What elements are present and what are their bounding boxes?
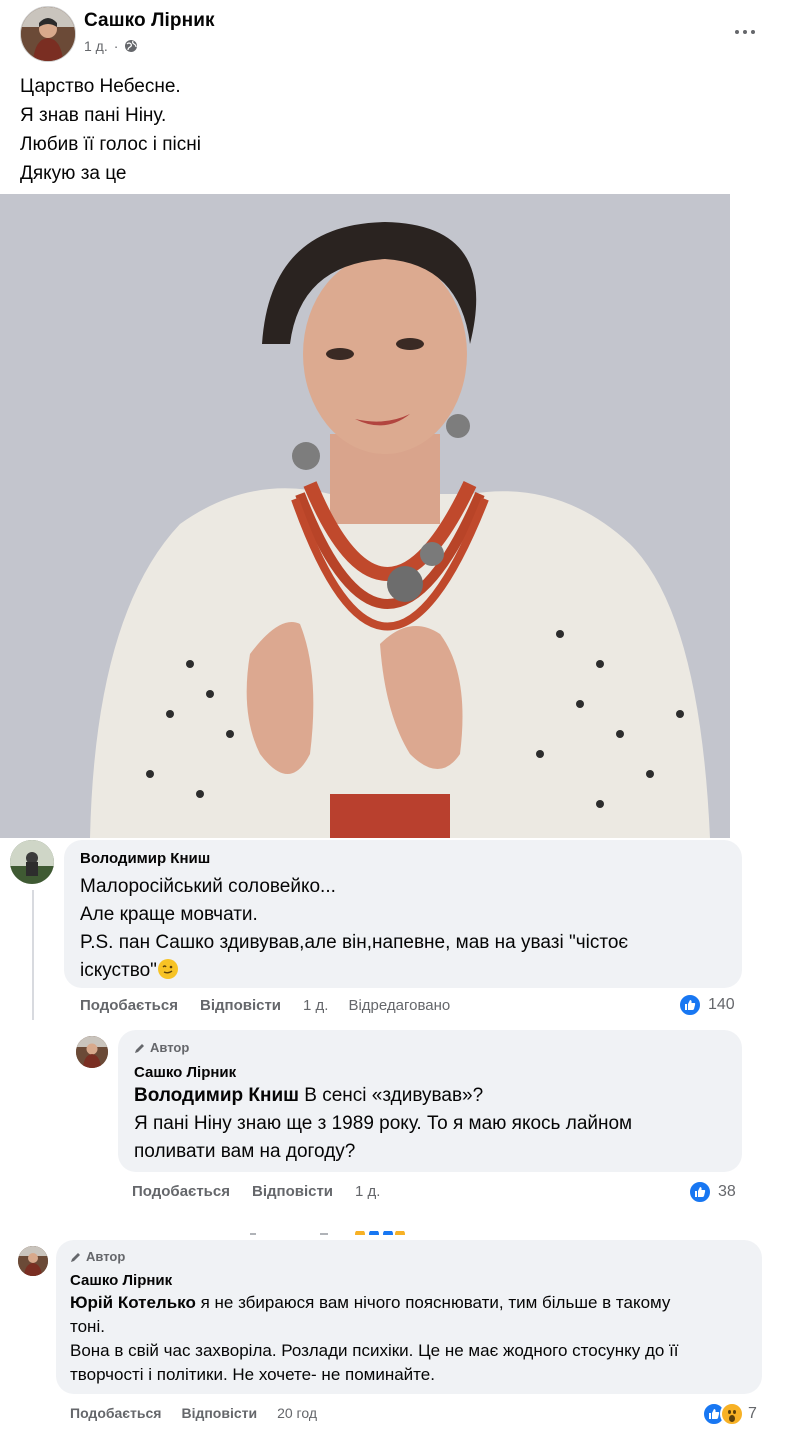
dot-icon — [751, 30, 755, 34]
author-badge-label: Автор — [150, 1040, 190, 1055]
wink-emoji-icon — [157, 959, 178, 979]
comment-bubble: Автор Сашко Лірник Юрій Котелько я не зб… — [56, 1240, 762, 1394]
comment-line: творчості і політики. Не хочете- не поми… — [70, 1365, 435, 1384]
comment-bubble: Володимир Книш Малоросійський соловейко.… — [64, 840, 742, 988]
post-text-line: Любив її голос і пісні — [20, 134, 201, 155]
comment-line: іскуство" — [80, 960, 157, 981]
comment-bubble: Автор Сашко Лірник Володимир Книш В сенс… — [118, 1030, 742, 1172]
comment-time[interactable]: 1 д. — [303, 997, 328, 1014]
comment-actions: Подобається Відповісти 20 год — [70, 1405, 317, 1421]
pencil-icon — [71, 1252, 80, 1262]
comment-actions: Подобається Відповісти 1 д. Відредагован… — [80, 997, 450, 1014]
comment-author[interactable]: Володимир Книш — [80, 850, 210, 867]
comment-text: Юрій Котелько я не збираюся вам нічого п… — [70, 1291, 756, 1387]
pencil-icon — [135, 1043, 144, 1053]
dot-icon — [743, 30, 747, 34]
comment-time[interactable]: 20 год — [277, 1405, 317, 1421]
comment-line: Малоросійський соловейко... — [80, 876, 336, 897]
reaction-count: 7 — [748, 1405, 757, 1422]
reply-button[interactable]: Відповісти — [200, 997, 281, 1014]
commenter-avatar[interactable] — [18, 1246, 48, 1276]
meta-separator: · — [113, 38, 119, 54]
globe-icon — [124, 39, 138, 53]
reaction-summary[interactable]: 38 — [688, 1180, 736, 1204]
comment-line: В сенсі «здивував»? — [298, 1085, 484, 1106]
comment-author[interactable]: Сашко Лірник — [70, 1272, 172, 1289]
post-meta: 1 д. · — [84, 38, 138, 54]
hidden-comment-fragment — [250, 1222, 420, 1239]
dot-icon — [735, 30, 739, 34]
comment-line: тоні. — [70, 1317, 105, 1336]
like-reaction-icon — [688, 1180, 712, 1204]
comment-line: поливати вам на догоду? — [134, 1141, 356, 1162]
comment-line: Я пані Ніну знаю ще з 1989 року. То я ма… — [134, 1113, 633, 1134]
like-button[interactable]: Подобається — [132, 1183, 230, 1200]
comment-line: Вона в свій час захворіла. Розлади психі… — [70, 1341, 679, 1360]
like-reaction-icon — [678, 993, 702, 1017]
comment-line: P.S. пан Сашко здивував,але він,напевне,… — [80, 932, 629, 953]
post-text-line: Царство Небесне. — [20, 76, 181, 97]
reaction-count: 140 — [708, 996, 735, 1013]
reply-button[interactable]: Відповісти — [181, 1405, 257, 1421]
wow-reaction-icon — [720, 1402, 744, 1426]
comment-line: Але краще мовчати. — [80, 904, 258, 925]
reply-avatar[interactable] — [76, 1036, 108, 1068]
reaction-count: 38 — [718, 1183, 736, 1200]
like-button[interactable]: Подобається — [80, 997, 178, 1014]
comment-line: я не збираюся вам нічого пояснювати, тим… — [195, 1293, 671, 1312]
post-body: Царство Небесне. Я знав пані Ніну. Любив… — [20, 72, 760, 188]
thread-line — [32, 890, 34, 1020]
post-text-line: Дякую за це — [20, 163, 127, 184]
comment-text: Володимир Книш В сенсі «здивував»? Я пан… — [134, 1082, 734, 1166]
commenter-avatar[interactable] — [10, 840, 54, 884]
post-time[interactable]: 1 д. — [84, 38, 108, 54]
reaction-summary[interactable]: 7 — [702, 1402, 757, 1426]
mention-link[interactable]: Юрій Котелько — [70, 1293, 196, 1312]
mention-link[interactable]: Володимир Книш — [134, 1085, 299, 1106]
comment-time[interactable]: 1 д. — [355, 1183, 380, 1200]
edited-label: Відредаговано — [348, 997, 451, 1014]
post-photo[interactable] — [0, 194, 787, 838]
post-author-name[interactable]: Сашко Лірник — [84, 10, 215, 32]
like-button[interactable]: Подобається — [70, 1405, 161, 1421]
author-badge: Автор — [70, 1249, 125, 1264]
reply-button[interactable]: Відповісти — [252, 1183, 333, 1200]
author-badge: Автор — [134, 1040, 189, 1055]
comment-author[interactable]: Сашко Лірник — [134, 1064, 236, 1081]
post-text-line: Я знав пані Ніну. — [20, 105, 167, 126]
more-options-button[interactable] — [727, 18, 763, 46]
author-avatar[interactable] — [20, 6, 76, 62]
comment-text: Малоросійський соловейко... Але краще мо… — [80, 873, 730, 985]
author-badge-label: Автор — [86, 1249, 126, 1264]
comment-actions: Подобається Відповісти 1 д. — [132, 1183, 380, 1200]
reaction-summary[interactable]: 140 — [678, 993, 735, 1017]
